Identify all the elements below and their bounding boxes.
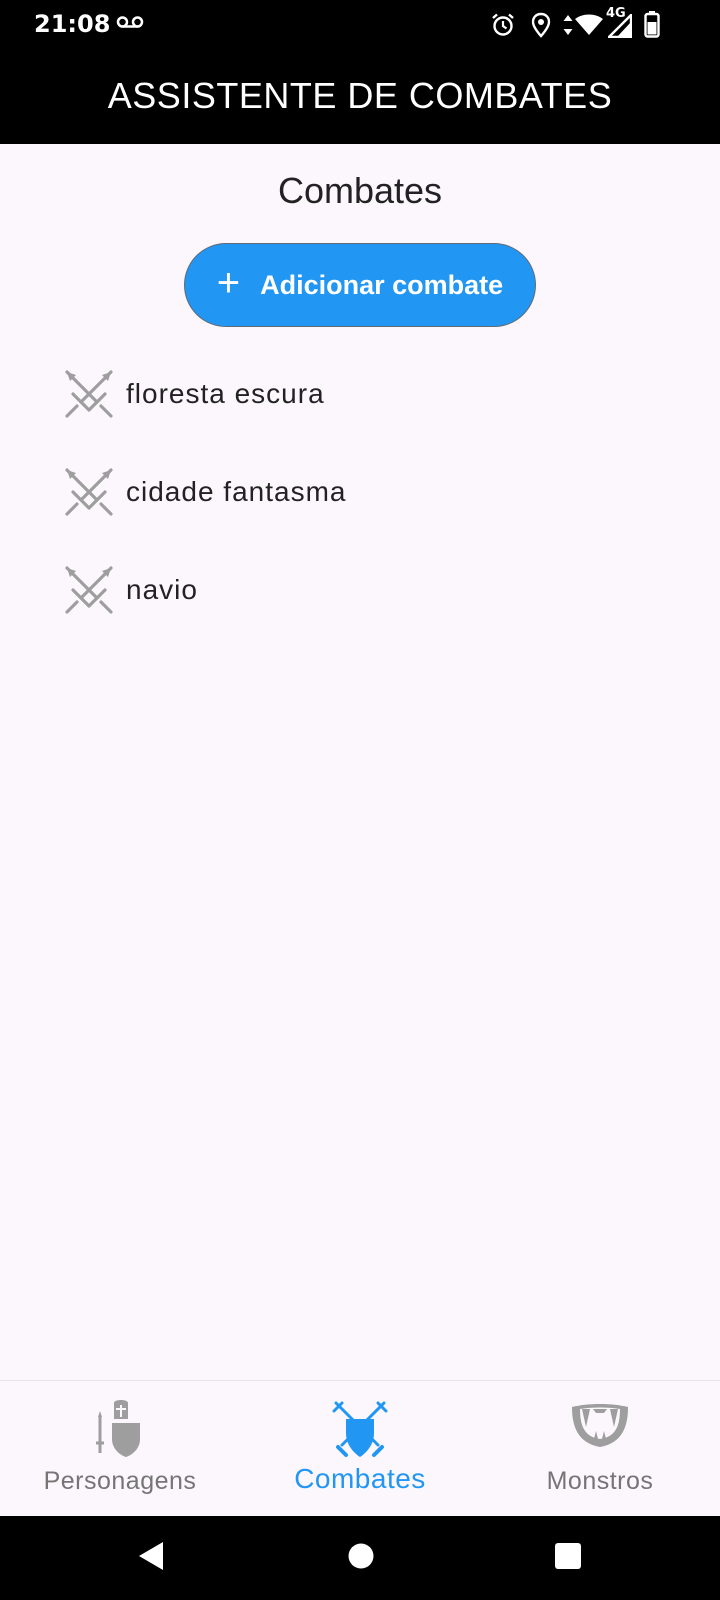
nav-item-monstros[interactable]: Monstros	[480, 1381, 720, 1516]
signal-icon	[608, 14, 632, 38]
wifi-icon	[575, 14, 603, 35]
list-item-label: floresta escura	[126, 378, 325, 409]
combat-list: floresta escura cidade fantasma navio	[64, 345, 684, 639]
battery-icon	[644, 11, 660, 38]
list-item-label: cidade fantasma	[126, 476, 347, 507]
app-bar: ASSISTENTE DE COMBATES	[0, 48, 720, 144]
nav-label: Combates	[294, 1463, 426, 1494]
add-combat-button[interactable]: + Adicionar combate	[184, 243, 536, 327]
system-nav-bar	[0, 1516, 720, 1600]
list-item[interactable]: navio	[64, 541, 684, 639]
bottom-nav: Personagens Combates Monstros	[0, 1380, 720, 1516]
status-time: 21:08	[34, 10, 111, 38]
nav-item-personagens[interactable]: Personagens	[0, 1381, 240, 1516]
location-icon	[531, 12, 551, 38]
add-combat-button-label: Adicionar combate	[260, 269, 504, 300]
data-arrows-icon	[563, 15, 573, 35]
recents-icon[interactable]	[555, 1543, 581, 1569]
voicemail-icon	[116, 16, 144, 28]
status-bar: 21:08 4G	[0, 0, 720, 48]
alarm-icon	[492, 13, 514, 36]
nav-label: Personagens	[43, 1467, 197, 1495]
crossed-swords-icon	[65, 370, 113, 418]
status-icons: 4G	[490, 6, 700, 38]
fangs-icon	[572, 1404, 628, 1447]
crossed-swords-icon	[65, 468, 113, 516]
list-item[interactable]: floresta escura	[64, 345, 684, 443]
page-title: Combates	[277, 170, 443, 211]
crossed-swords-icon	[65, 566, 113, 614]
nav-label: Monstros	[546, 1467, 654, 1495]
swords-shield-icon	[332, 1401, 388, 1457]
back-icon[interactable]	[137, 1540, 165, 1572]
list-item[interactable]: cidade fantasma	[64, 443, 684, 541]
list-item-label: navio	[126, 574, 198, 605]
plus-icon: +	[216, 261, 241, 305]
app-title: ASSISTENTE DE COMBATES	[107, 75, 613, 116]
nav-item-combates[interactable]: Combates	[240, 1381, 480, 1516]
home-icon[interactable]	[348, 1543, 374, 1569]
knight-icon	[96, 1400, 140, 1457]
